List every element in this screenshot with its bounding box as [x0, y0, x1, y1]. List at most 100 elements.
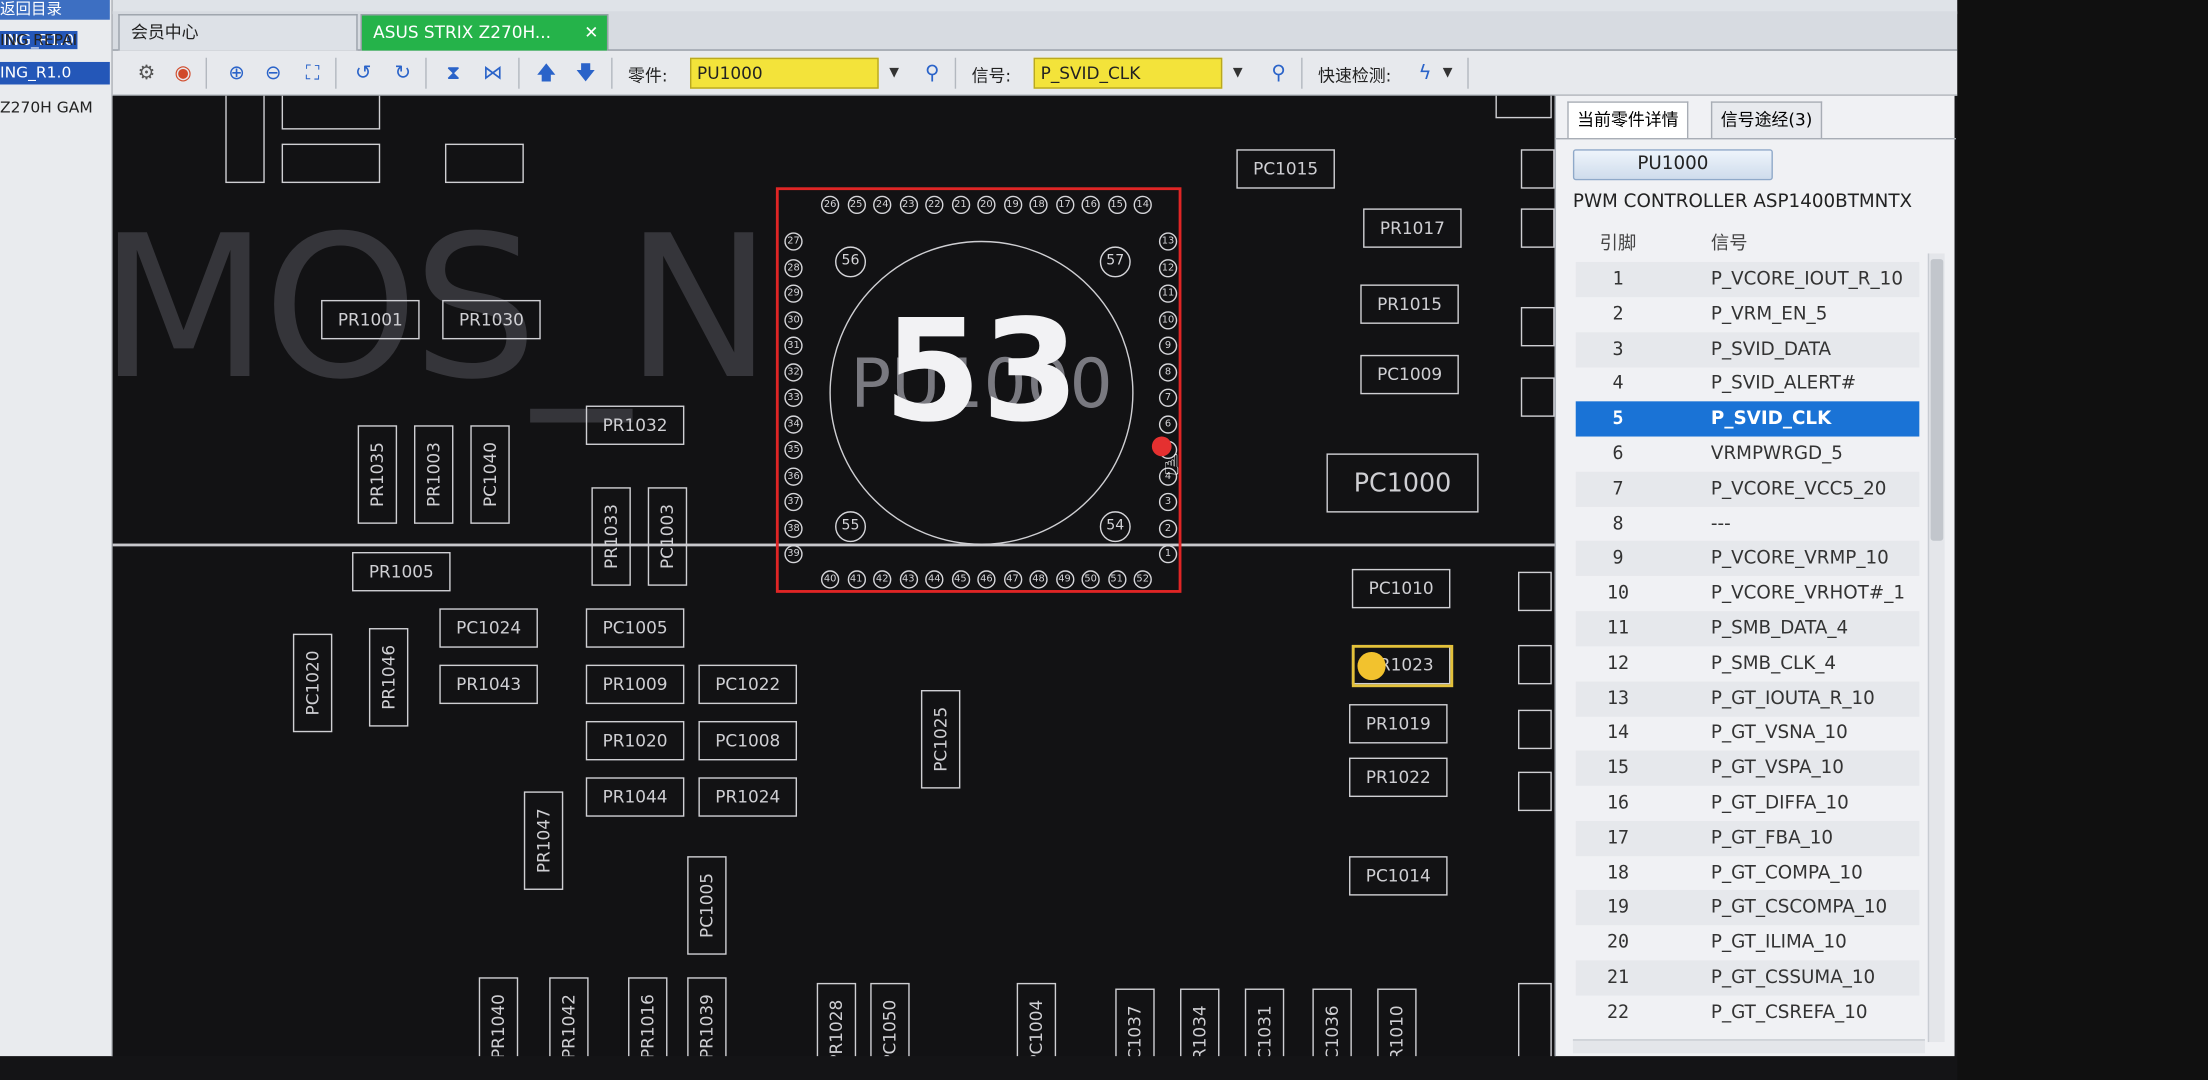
component-pc1005[interactable]: PC1005	[687, 856, 727, 955]
component-outline[interactable]	[1520, 377, 1555, 417]
component-pc1036[interactable]: PC1036	[1312, 988, 1352, 1057]
component-outline[interactable]	[1517, 771, 1552, 812]
component-pr1044[interactable]: PR1044	[585, 777, 685, 817]
arrow-down-icon[interactable]: 🡇	[572, 59, 600, 87]
locate-part-icon[interactable]: ⚲	[918, 59, 946, 87]
vertical-scrollbar[interactable]	[1927, 253, 1945, 1043]
horizontal-scrollbar[interactable]	[1572, 1039, 1925, 1054]
component-pr1024[interactable]: PR1024	[698, 777, 798, 817]
part-select[interactable]: PU1000	[689, 57, 879, 89]
chevron-down-icon[interactable]: ▼	[1225, 58, 1250, 89]
component-pr1001[interactable]: PR1001	[321, 299, 420, 340]
component-pr1005[interactable]: PR1005	[352, 551, 451, 592]
lightning-icon[interactable]: ϟ	[1411, 59, 1439, 87]
chrome-icon[interactable]: ◉	[169, 59, 197, 87]
component-pr1010[interactable]: PR1010	[1377, 988, 1417, 1057]
component-pc1005[interactable]: PC1005	[585, 608, 685, 648]
tab-member-center[interactable]: 会员中心	[118, 14, 358, 51]
pin-row[interactable]: 14 P_GT_VSNA_10	[1576, 716, 1920, 751]
component-pc1008[interactable]: PC1008	[698, 720, 798, 761]
part-button[interactable]: PU1000	[1572, 149, 1773, 181]
component-pr1035[interactable]: PR1035	[357, 425, 398, 524]
tree-item-gaming[interactable]: Z270H GAM	[0, 99, 110, 117]
component-outline[interactable]	[1495, 95, 1552, 119]
pin-row[interactable]: 9 P_VCORE_VRMP_10	[1575, 541, 1920, 577]
component-pc1022[interactable]: PC1022	[698, 664, 798, 705]
component-pc1040[interactable]: PC1040	[470, 425, 510, 524]
pin-row[interactable]: 17 P_GT_FBA_10	[1575, 820, 1920, 856]
locate-signal-icon[interactable]: ⚲	[1265, 59, 1293, 87]
tab-signal-route[interactable]: 信号途经(3)	[1710, 101, 1823, 138]
component-pc1010[interactable]: PC1010	[1351, 568, 1451, 609]
arrow-up-icon[interactable]: 🡅	[532, 59, 560, 87]
component-pc1037[interactable]: PC1037	[1115, 988, 1155, 1057]
component-pr1042[interactable]: PR1042	[549, 977, 589, 1057]
pin-row[interactable]: 13 P_GT_IOUTA_R_10	[1575, 680, 1920, 717]
component-pr1043[interactable]: PR1043	[439, 664, 538, 705]
component-outline[interactable]	[1517, 644, 1552, 685]
chevron-down-icon[interactable]: ▼	[882, 58, 907, 89]
component-pr1009[interactable]: PR1009	[585, 664, 685, 705]
component-pc1004[interactable]: PC1004	[1016, 982, 1057, 1057]
zoom-out-icon[interactable]: ⊖	[259, 59, 287, 87]
component-pr1032[interactable]: PR1032	[585, 405, 685, 445]
component-pr1046[interactable]: PR1046	[368, 628, 409, 727]
component-outline[interactable]	[1517, 571, 1552, 612]
component-pr1019[interactable]: PR1019	[1349, 704, 1448, 744]
back-to-directory-button[interactable]: 返回目录	[0, 0, 110, 20]
component-outline[interactable]	[1520, 149, 1555, 189]
component-outline[interactable]	[1517, 709, 1552, 750]
flip-horizontal-icon[interactable]: ⋈	[479, 59, 507, 87]
component-pc1050[interactable]: PC1050	[870, 982, 910, 1057]
pin-row[interactable]: 2 P_VRM_EN_5	[1576, 297, 1920, 332]
component-pr1040[interactable]: PR1040	[478, 977, 519, 1057]
component-pr1015[interactable]: PR1015	[1360, 284, 1459, 324]
pin-row[interactable]: 19 P_GT_CSCOMPA_10	[1575, 890, 1920, 926]
component-pc1015[interactable]: PC1015	[1236, 149, 1335, 189]
scrollbar-thumb[interactable]	[1930, 259, 1944, 541]
pin-row[interactable]: 4 P_SVID_ALERT#	[1576, 367, 1920, 402]
component-outline[interactable]	[1517, 982, 1552, 1057]
flip-vertical-icon[interactable]: ⧗	[439, 59, 467, 87]
pin-row[interactable]: 11 P_SMB_DATA_4	[1575, 611, 1920, 647]
pin-row[interactable]: 20 P_GT_ILIMA_10	[1576, 925, 1920, 960]
pin-row[interactable]: 8 ---	[1576, 506, 1920, 541]
close-icon[interactable]: ✕	[584, 15, 598, 49]
chevron-down-icon[interactable]: ▼	[1439, 58, 1456, 89]
settings-icon[interactable]: ⚙	[132, 59, 160, 87]
tab-current-part[interactable]: 当前零件详情	[1567, 101, 1689, 138]
pin-row[interactable]: 10 P_VCORE_VRHOT#_1	[1576, 576, 1920, 611]
component-pr1039[interactable]: PR1039	[687, 977, 727, 1057]
component-pr1016[interactable]: PR1016	[628, 977, 668, 1057]
component-pr1017[interactable]: PR1017	[1363, 208, 1462, 248]
zoom-in-icon[interactable]: ⊕	[222, 59, 250, 87]
component-pr1030[interactable]: PR1030	[442, 299, 541, 340]
component-outline[interactable]	[281, 95, 381, 130]
component-pc1003[interactable]: PC1003	[647, 487, 688, 586]
component-pc1025[interactable]: PC1025	[920, 689, 961, 789]
component-outline[interactable]	[444, 143, 524, 184]
component-pc1031[interactable]: PC1031	[1244, 988, 1285, 1057]
component-pr1028[interactable]: PR1028	[816, 982, 857, 1057]
component-pr1020[interactable]: PR1020	[585, 720, 685, 761]
component-pr1033[interactable]: PR1033	[591, 487, 631, 586]
component-outline[interactable]	[225, 95, 265, 184]
pin-row[interactable]: 16 P_GT_DIFFA_10	[1576, 786, 1920, 821]
tab-asus-board[interactable]: ASUS STRIX Z270H... ✕	[360, 14, 609, 51]
pin-row[interactable]: 3 P_SVID_DATA	[1575, 331, 1920, 367]
pin-row[interactable]: 1 P_VCORE_IOUT_R_10	[1575, 261, 1920, 298]
redo-icon[interactable]: ↻	[389, 59, 417, 87]
component-pc1009[interactable]: PC1009	[1360, 354, 1459, 395]
component-outline[interactable]	[281, 143, 381, 184]
pin-row[interactable]: 22 P_GT_CSREFA_10	[1576, 995, 1920, 1030]
component-pc1024[interactable]: PC1024	[439, 608, 538, 648]
tree-item-selected[interactable]: ING_R1.0	[0, 61, 110, 85]
pin-row[interactable]: 7 P_VCORE_VCC5_20	[1575, 471, 1920, 507]
component-pc1020[interactable]: PC1020	[292, 633, 333, 733]
pin-row[interactable]: 15 P_GT_VSPA_10	[1575, 750, 1920, 787]
component-outline[interactable]	[1520, 306, 1555, 347]
signal-select[interactable]: P_SVID_CLK	[1033, 57, 1223, 89]
fit-icon[interactable]: ⛶	[299, 59, 327, 87]
pin-row[interactable]: 18 P_GT_COMPA_10	[1576, 856, 1920, 891]
component-pr1034[interactable]: PR1034	[1180, 988, 1220, 1057]
